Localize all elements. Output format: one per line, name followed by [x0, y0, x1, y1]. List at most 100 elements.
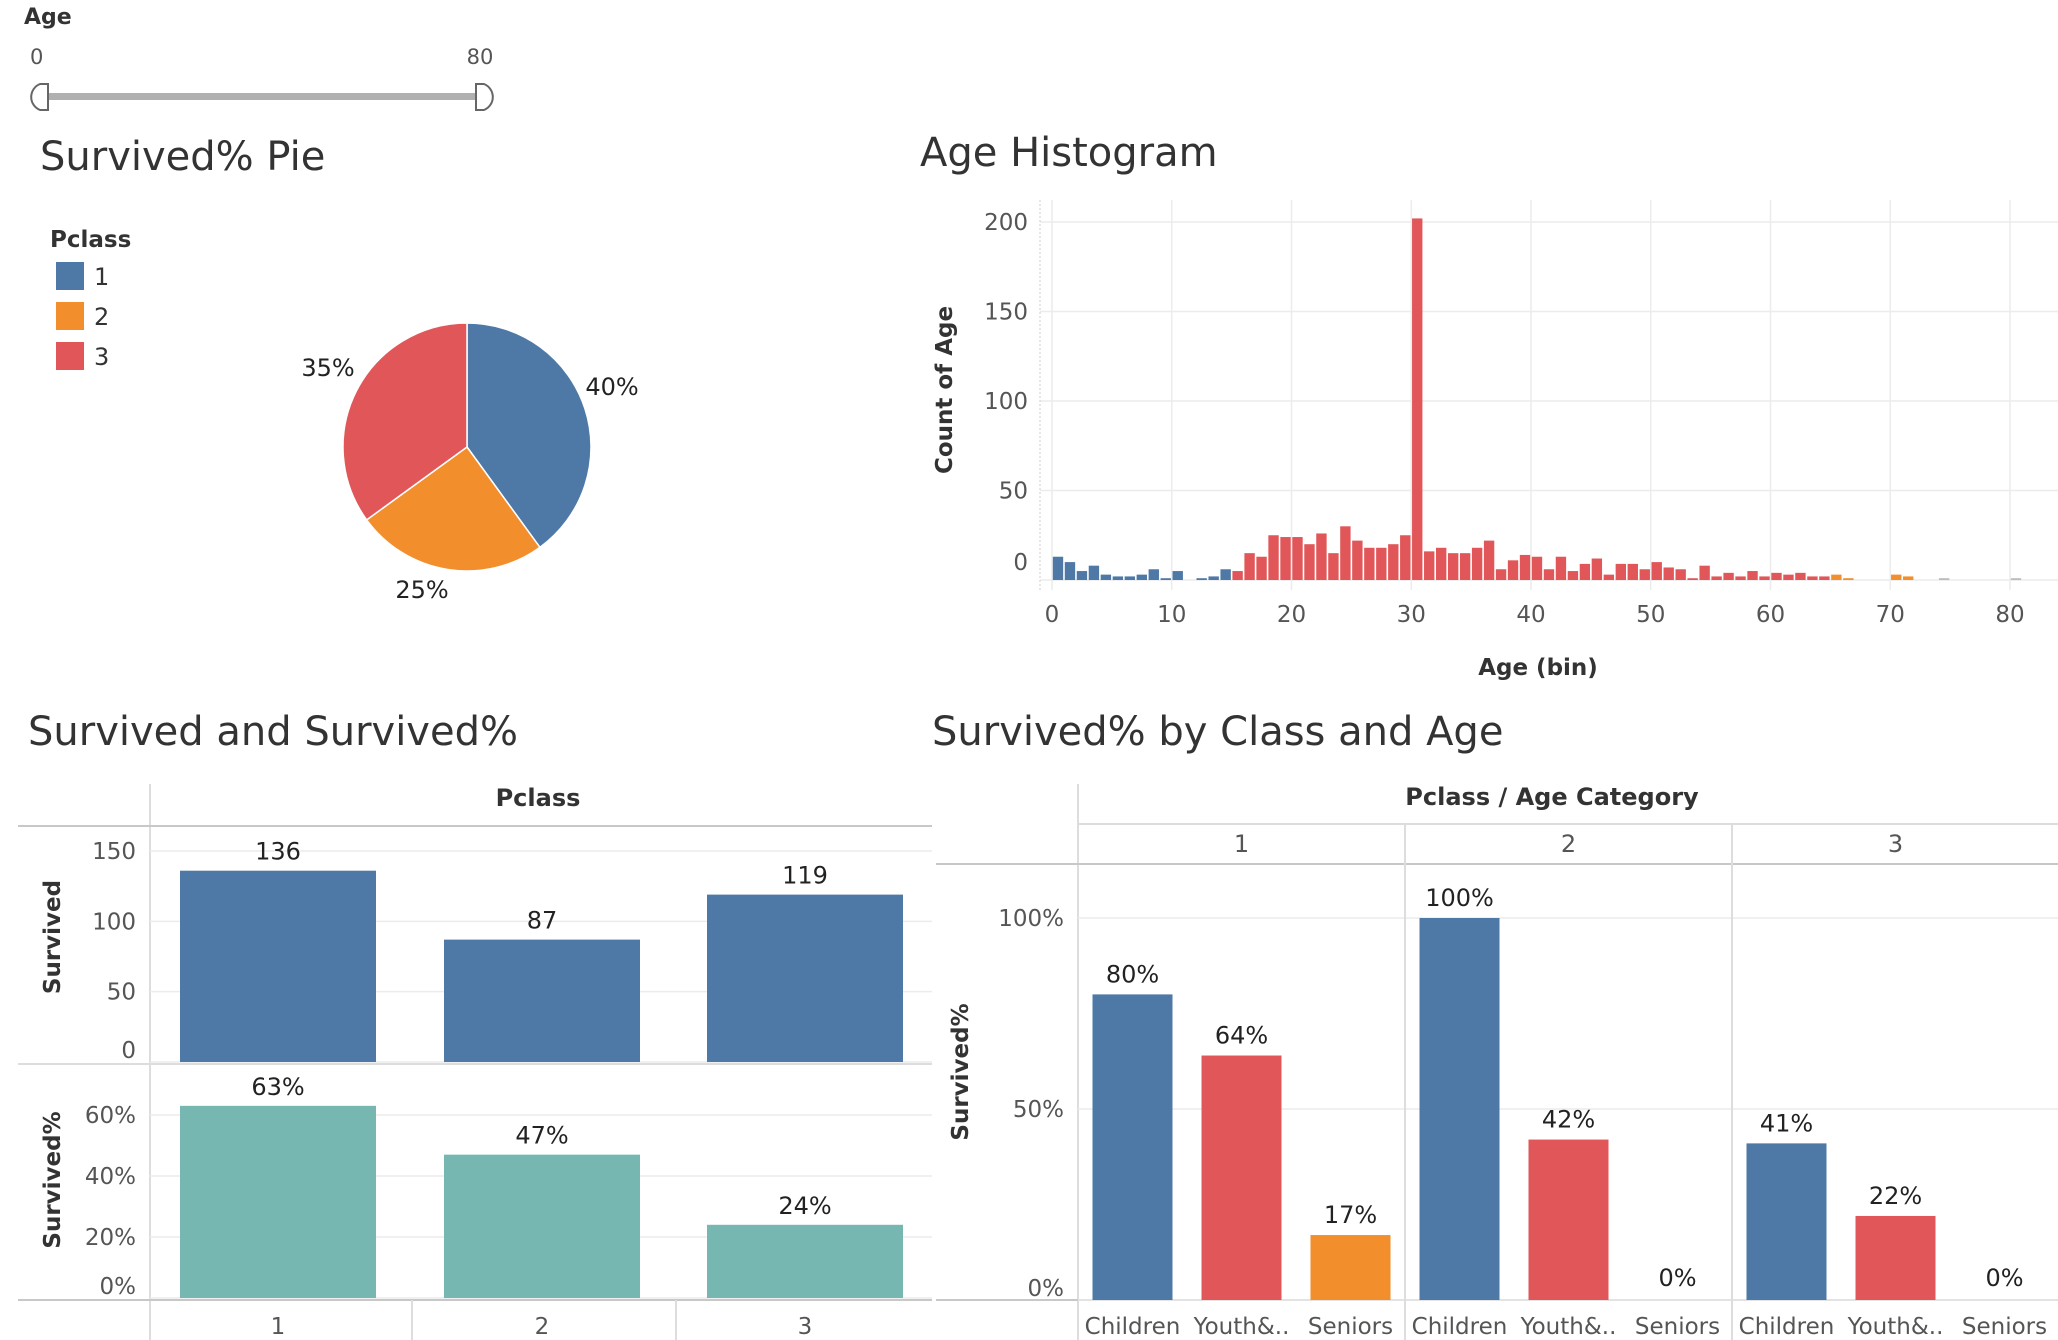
legend-swatch-class-2	[56, 302, 84, 330]
survived-x-tick-label: 3	[798, 1314, 813, 1340]
histogram-bar	[1100, 574, 1112, 580]
class-age-bar	[1855, 1215, 1936, 1300]
class-age-bar-label: 41%	[1760, 1109, 1813, 1137]
histogram-y-tick-label: 100	[984, 389, 1028, 415]
survived-pie-panel: Survived% Pie Pclass 1 2 3 40% 25% 35%	[40, 134, 639, 604]
class-age-title: Survived% by Class and Age	[932, 709, 1503, 755]
legend-label-class-2: 2	[94, 303, 109, 331]
survived-x-tick-label: 1	[271, 1314, 286, 1340]
class-age-pane-header-class-1: 1	[1234, 830, 1249, 858]
survived-bar-label: 87	[527, 907, 558, 935]
age-filter-label: Age	[24, 5, 72, 30]
histogram-bar	[1903, 576, 1914, 580]
histogram-bar	[1304, 544, 1315, 580]
survived-bars-panel: Survived and Survived% Pclass Survived S…	[18, 709, 932, 1340]
histogram-x-tick-label: 40	[1516, 602, 1545, 628]
histogram-bar	[1328, 553, 1339, 580]
survived-bar-class-3	[707, 894, 903, 1062]
histogram-bar	[1567, 571, 1579, 580]
histogram-x-tick-label: 80	[1995, 602, 2024, 628]
survived-pct-bar-label: 47%	[515, 1122, 568, 1150]
histogram-y-tick-label: 150	[984, 300, 1028, 326]
class-age-bar	[1092, 994, 1173, 1300]
survived-bar-label: 136	[255, 838, 301, 866]
class-age-bar	[1419, 918, 1500, 1300]
survived-pct-y-tick-label: 60%	[85, 1103, 136, 1129]
legend-label-class-1: 1	[94, 263, 109, 291]
histogram-bar	[1388, 544, 1399, 580]
legend-label-class-3: 3	[94, 343, 109, 371]
histogram-bar	[1160, 578, 1171, 580]
pie-title: Survived% Pie	[40, 134, 325, 180]
class-age-panel: Survived% by Class and Age Pclass / Age …	[932, 709, 2058, 1340]
histogram-bar	[1196, 578, 1207, 580]
histogram-bar	[1483, 540, 1495, 580]
pie-legend: 1 2 3	[56, 262, 109, 371]
histogram-plot: 0 50 100 150 200 0 10 20 30 40 50 60 70 80	[984, 200, 2058, 628]
histogram-bar	[1759, 576, 1770, 580]
histogram-bar	[1376, 547, 1387, 580]
age-filter-min-label: 0	[30, 45, 43, 69]
dashboard: Age 0 80 Survived% Pie Pclass 1 2 3 40% 25%…	[18, 5, 2058, 1340]
histogram-bar	[1795, 572, 1806, 580]
age-slider-track[interactable]	[40, 93, 480, 100]
histogram-x-tick-label: 50	[1636, 602, 1665, 628]
histogram-x-tick-label: 0	[1045, 602, 1060, 628]
histogram-bar	[1543, 569, 1555, 580]
class-age-x-tick-label: Seniors	[1962, 1314, 2047, 1340]
class-age-bar	[1201, 1055, 1282, 1300]
class-age-y-tick-label: 50%	[1013, 1097, 1064, 1123]
histogram-bar	[1831, 574, 1842, 580]
class-age-x-tick-label: Youth&..	[1520, 1314, 1617, 1340]
histogram-bar	[1555, 556, 1567, 580]
class-age-x-tick-label: Seniors	[1308, 1314, 1393, 1340]
histogram-bar	[1220, 569, 1231, 580]
histogram-bar	[1675, 569, 1686, 580]
age-filter[interactable]: Age 0 80	[24, 5, 494, 111]
survived-pct-bar-class-2	[444, 1154, 640, 1298]
histogram-bar	[1172, 571, 1183, 580]
histogram-x-tick-label: 20	[1277, 602, 1306, 628]
class-age-pane-header-class-2: 2	[1561, 830, 1576, 858]
survived-y-tick-label: 100	[92, 909, 136, 935]
class-age-bar-label: 64%	[1215, 1022, 1268, 1050]
class-age-y-tick-label: 100%	[998, 906, 1064, 932]
histogram-bar	[1400, 535, 1411, 580]
survived-pct-bar-label: 63%	[251, 1073, 304, 1101]
histogram-bar	[1891, 574, 1902, 580]
histogram-x-tick-label: 30	[1397, 602, 1426, 628]
pie-legend-title: Pclass	[50, 227, 131, 253]
histogram-bar	[1064, 562, 1076, 580]
survived-pct-bar-class-1	[180, 1105, 376, 1298]
histogram-bar	[1136, 574, 1147, 580]
histogram-bar	[1280, 537, 1291, 580]
survived-x-tick-label: 2	[535, 1314, 550, 1340]
class-age-plot: 0% 50% 100% 1 80% Children 64% Youth&.. 17% Senio…	[936, 784, 2058, 1340]
survived-y-tick-label: 150	[92, 839, 136, 865]
class-age-x-tick-label: Children	[1739, 1314, 1835, 1340]
histogram-bar	[1052, 556, 1064, 580]
class-age-column-header: Pclass / Age Category	[1405, 783, 1699, 811]
histogram-bar	[1148, 569, 1159, 580]
survived-bar-label: 119	[782, 862, 828, 890]
class-age-bar-label: 22%	[1869, 1182, 1922, 1210]
histogram-bar	[1579, 563, 1591, 580]
histogram-bar	[1687, 578, 1698, 580]
histogram-bar	[1938, 578, 1950, 580]
histogram-bar	[1256, 556, 1267, 580]
survived-y-tick-label: 0	[121, 1038, 136, 1064]
age-slider-min-handle[interactable]	[30, 83, 49, 111]
survived-bars-column-header: Pclass	[496, 784, 581, 812]
histogram-x-tick-label: 10	[1157, 602, 1186, 628]
histogram-bar	[1232, 571, 1243, 580]
survived-pct-bar-label: 24%	[778, 1192, 831, 1220]
histogram-bar	[1459, 553, 1471, 580]
histogram-bar	[1112, 576, 1124, 580]
histogram-bar	[1088, 565, 1100, 580]
histogram-y-axis-title: Count of Age	[932, 306, 958, 474]
survived-pct-y-axis-title: Survived%	[40, 1111, 66, 1248]
class-age-bar	[1310, 1235, 1391, 1300]
class-age-x-tick-label: Youth&..	[1193, 1314, 1290, 1340]
age-slider-max-handle[interactable]	[475, 83, 494, 111]
legend-swatch-class-3	[56, 342, 84, 370]
